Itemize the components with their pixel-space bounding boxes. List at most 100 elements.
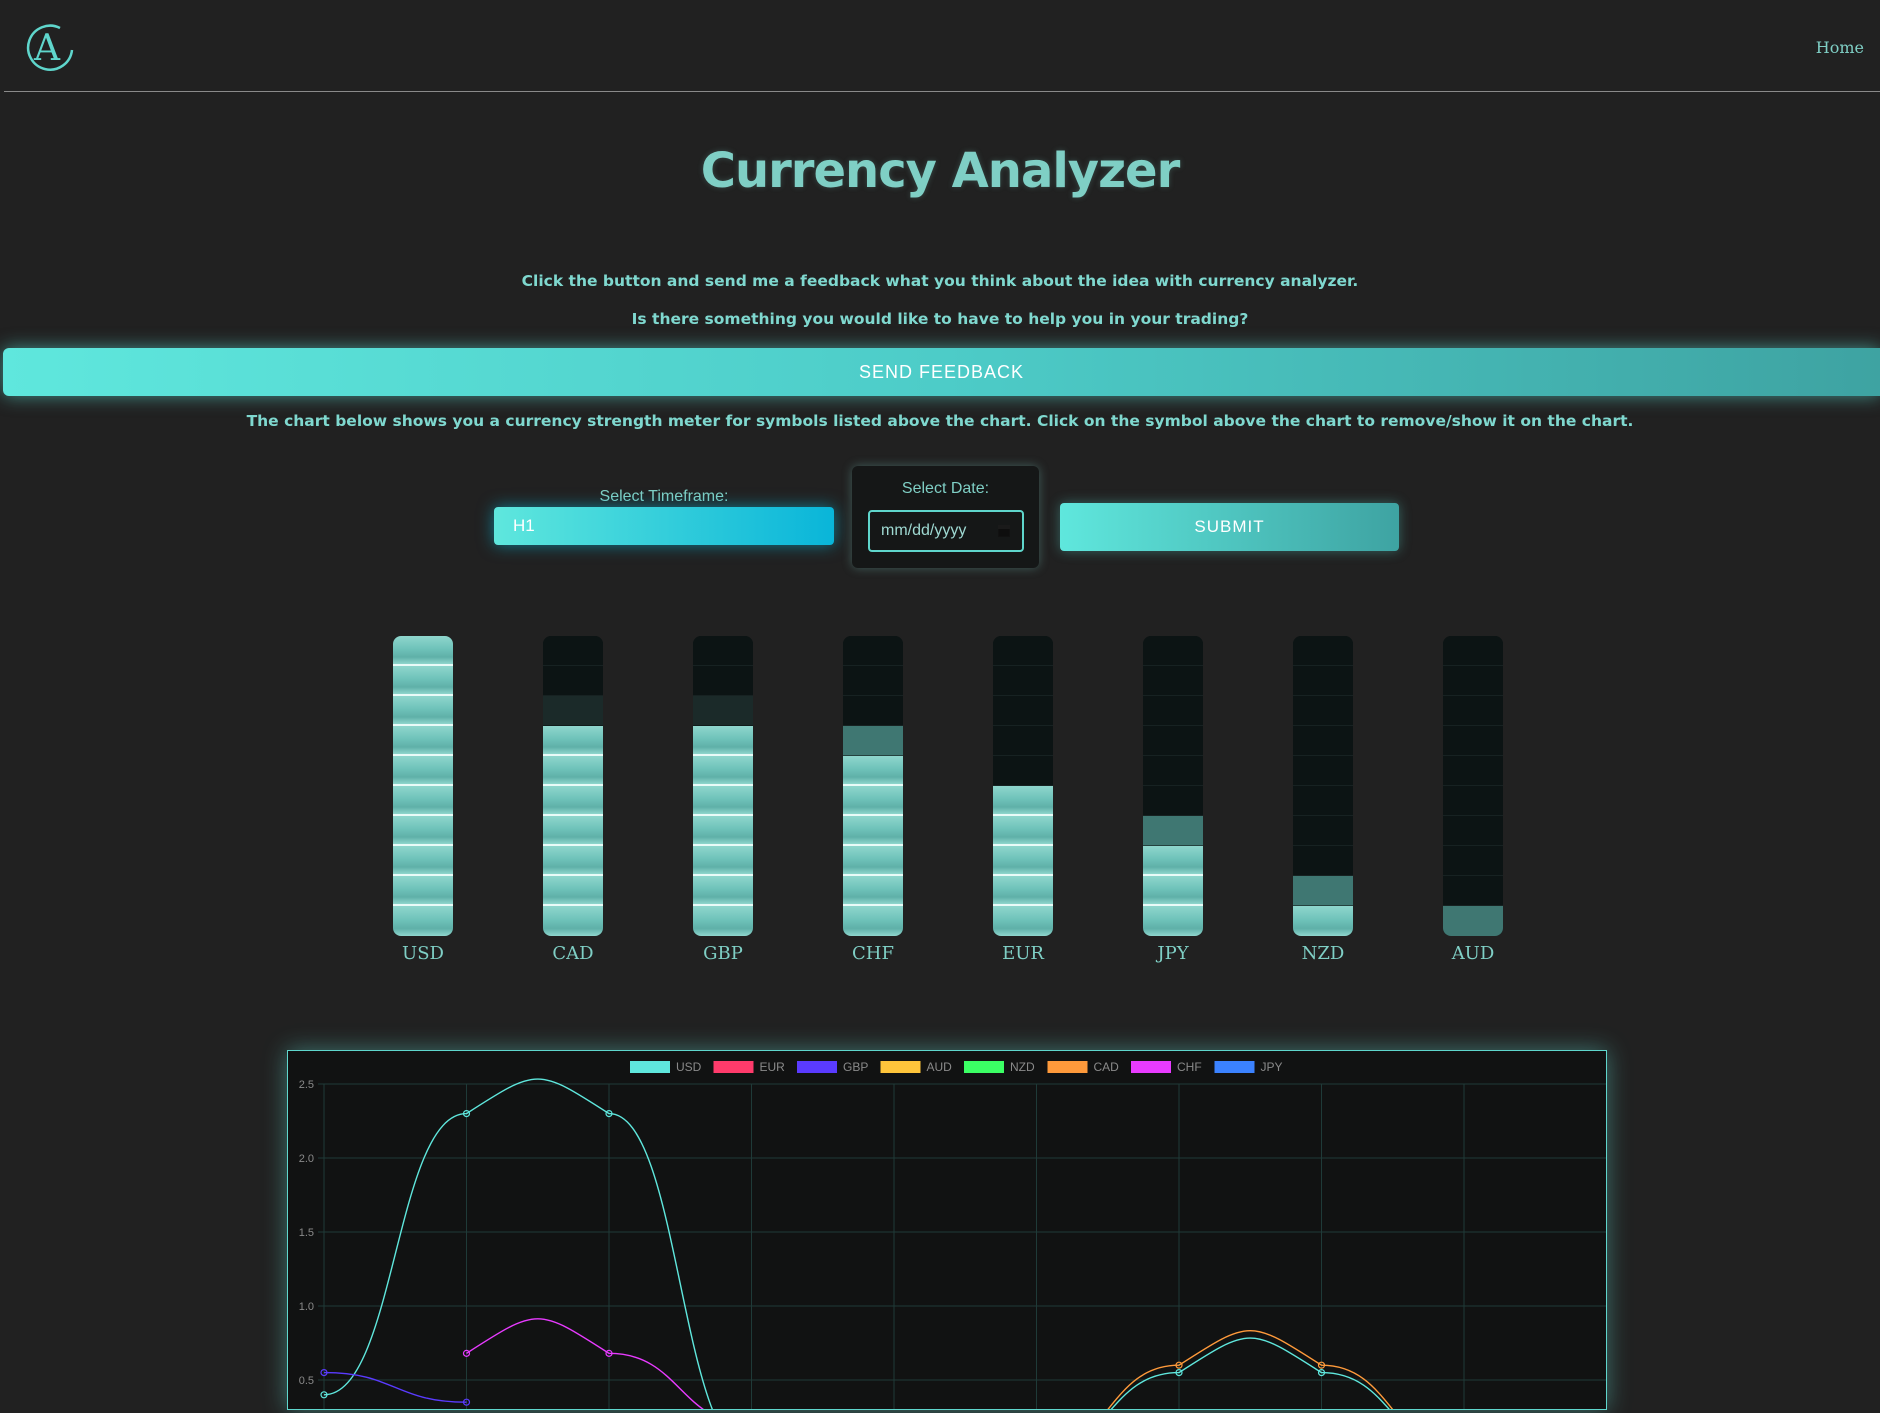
timeframe-select[interactable]: H1 <box>494 507 834 545</box>
meter-aud[interactable] <box>1443 636 1503 936</box>
meter-segment <box>693 756 753 786</box>
legend-swatch-aud <box>880 1061 921 1073</box>
intro-line-1: Click the button and send me a feedback … <box>521 272 1359 290</box>
legend-label-gbp[interactable]: GBP <box>843 1060 868 1074</box>
meter-segment <box>993 636 1053 666</box>
meter-segment <box>1293 816 1353 846</box>
logo-letter: A <box>33 28 61 69</box>
meter-segment <box>393 726 453 756</box>
meter-segment <box>843 876 903 906</box>
meter-segment <box>1443 906 1503 936</box>
page-title: Currency Analyzer <box>700 143 1181 199</box>
meter-segment <box>1293 906 1353 936</box>
meter-segment <box>1293 696 1353 726</box>
meter-segment <box>1443 876 1503 906</box>
meter-segment <box>1143 666 1203 696</box>
meter-segment <box>543 816 603 846</box>
meter-segment <box>543 696 603 726</box>
meter-segment <box>693 786 753 816</box>
meter-segment <box>993 756 1053 786</box>
meter-segment <box>543 786 603 816</box>
meter-segment <box>543 876 603 906</box>
date-label: Select Date: <box>901 480 990 497</box>
meter-segment <box>693 906 753 936</box>
meter-segment <box>393 696 453 726</box>
meter-segment <box>543 636 603 666</box>
meter-segment <box>693 816 753 846</box>
meter-segment <box>1443 816 1503 846</box>
meter-segment <box>843 756 903 786</box>
meter-segment <box>993 726 1053 756</box>
intro-line-2: Is there something you would like to hav… <box>631 310 1249 328</box>
meter-segment <box>1143 876 1203 906</box>
meter-segment <box>993 816 1053 846</box>
meter-cad[interactable] <box>543 636 603 936</box>
meter-segment <box>1143 846 1203 876</box>
meter-segment <box>1443 636 1503 666</box>
meter-segment <box>693 846 753 876</box>
meter-segment <box>393 816 453 846</box>
legend-label-cad[interactable]: CAD <box>1094 1060 1120 1074</box>
meter-segment <box>1293 726 1353 756</box>
y-tick-label: 2.0 <box>299 1153 314 1165</box>
legend-swatch-cad <box>1047 1061 1088 1073</box>
meter-label-eur[interactable]: EUR <box>968 943 1078 964</box>
meter-segment <box>993 906 1053 936</box>
legend-label-nzd[interactable]: NZD <box>1010 1060 1035 1074</box>
meter-label-usd[interactable]: USD <box>368 943 478 964</box>
meter-segment <box>1143 906 1203 936</box>
meter-segment <box>1293 666 1353 696</box>
meter-segment <box>993 846 1053 876</box>
legend-swatch-jpy <box>1214 1061 1255 1073</box>
meter-jpy[interactable] <box>1143 636 1203 936</box>
nav-home-link[interactable]: Home <box>1816 38 1864 57</box>
submit-button[interactable]: SUBMIT <box>1060 503 1399 551</box>
meter-segment <box>393 636 453 666</box>
meter-segment <box>393 786 453 816</box>
legend-label-usd[interactable]: USD <box>676 1060 702 1074</box>
meter-usd[interactable] <box>393 636 453 936</box>
app-logo[interactable]: A <box>20 20 76 72</box>
meter-label-aud[interactable]: AUD <box>1418 943 1528 964</box>
meter-segment <box>393 666 453 696</box>
legend-label-aud[interactable]: AUD <box>927 1060 953 1074</box>
meter-nzd[interactable] <box>1293 636 1353 936</box>
meter-segment <box>1293 846 1353 876</box>
series-line-cad <box>1104 1330 1397 1413</box>
meter-segment <box>1143 816 1203 846</box>
meter-label-chf[interactable]: CHF <box>818 943 928 964</box>
meter-segment <box>1143 696 1203 726</box>
meter-segment <box>693 696 753 726</box>
y-tick-label: 1.5 <box>299 1227 314 1239</box>
meter-segment <box>843 786 903 816</box>
send-feedback-button[interactable]: SEND FEEDBACK <box>3 348 1880 396</box>
strength-chart: 2.5 2.0 1.5 1.0 0.5 USD EUR GBP AUD NZD CAD CHF JPY <box>287 1050 1607 1413</box>
meter-segment <box>843 816 903 846</box>
meter-segment <box>693 726 753 756</box>
meter-chf[interactable] <box>843 636 903 936</box>
meter-segment <box>1443 696 1503 726</box>
legend-label-chf[interactable]: CHF <box>1177 1060 1202 1074</box>
meter-gbp[interactable] <box>693 636 753 936</box>
timeframe-label: Select Timeframe: <box>599 488 729 505</box>
meter-segment <box>1143 786 1203 816</box>
meter-segment <box>843 636 903 666</box>
legend-label-jpy[interactable]: JPY <box>1261 1060 1283 1074</box>
calendar-icon[interactable] <box>998 525 1010 537</box>
meter-segment <box>843 696 903 726</box>
meter-label-nzd[interactable]: NZD <box>1268 943 1378 964</box>
legend-swatch-eur <box>713 1061 754 1073</box>
meter-label-gbp[interactable]: GBP <box>668 943 778 964</box>
meter-label-cad[interactable]: CAD <box>518 943 628 964</box>
legend-label-eur[interactable]: EUR <box>760 1060 786 1074</box>
meter-segment <box>1143 756 1203 786</box>
meter-segment <box>843 846 903 876</box>
meter-segment <box>693 666 753 696</box>
meter-eur[interactable] <box>993 636 1053 936</box>
meter-segment <box>393 756 453 786</box>
meter-segment <box>843 726 903 756</box>
meter-segment <box>543 666 603 696</box>
date-input[interactable]: mm/dd/yyyy <box>868 510 1024 552</box>
date-placeholder: mm/dd/yyyy <box>881 522 967 539</box>
meter-label-jpy[interactable]: JPY <box>1118 943 1228 964</box>
